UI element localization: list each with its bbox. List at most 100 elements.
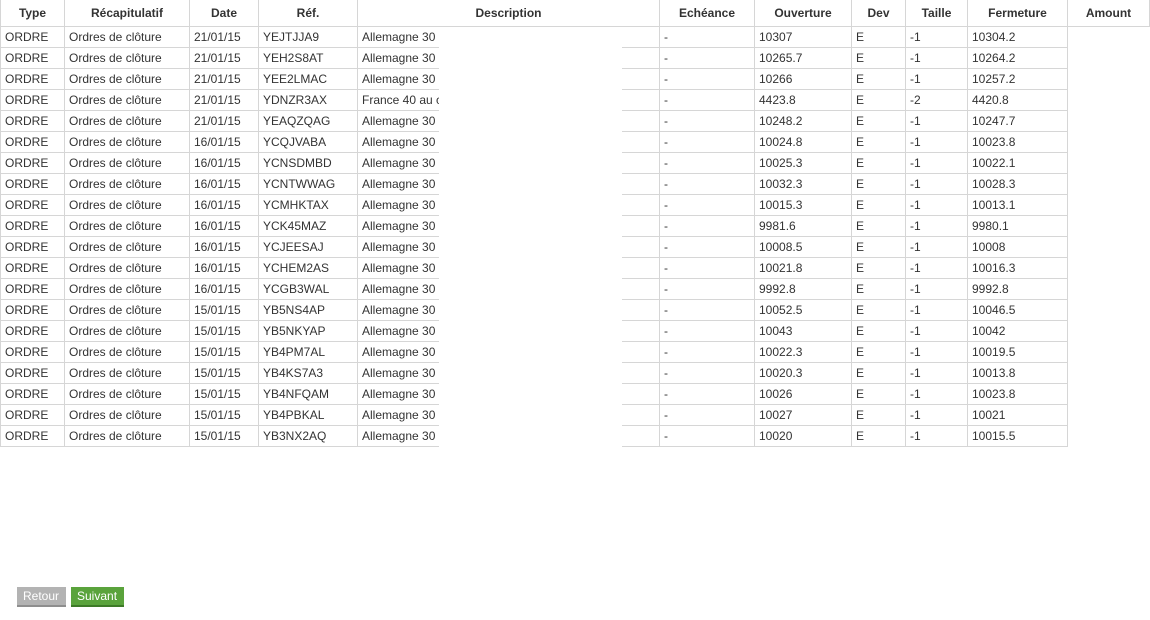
table-row[interactable]: ORDRE Ordres de clôture 15/01/15 YB4PBKAL Al… — [0, 405, 1150, 426]
header-date[interactable]: Date — [190, 0, 259, 27]
cell-open: 10307 — [755, 27, 852, 48]
cell-open: 10008.5 — [755, 237, 852, 258]
cell-currency: E — [852, 111, 906, 132]
cell-size: -1 — [906, 342, 968, 363]
header-expiry[interactable]: Echéance — [660, 0, 755, 27]
cell-open: 9992.8 — [755, 279, 852, 300]
cell-ref: YB4KS7A3 — [259, 363, 358, 384]
cell-close: 10023.8 — [968, 384, 1068, 405]
cell-summary: Ordres de clôture — [65, 426, 190, 447]
cell-type: ORDRE — [0, 300, 65, 321]
table-row[interactable]: ORDRE Ordres de clôture 16/01/15 YCMHKTAX Al… — [0, 195, 1150, 216]
cell-date: 21/01/15 — [190, 69, 259, 90]
table-row[interactable]: ORDRE Ordres de clôture 15/01/15 YB5NKYAP Al… — [0, 321, 1150, 342]
cell-description-tail — [622, 405, 660, 426]
cell-close: 10247.7 — [968, 111, 1068, 132]
table-row[interactable]: ORDRE Ordres de clôture 21/01/15 YEJTJJA9 Al… — [0, 27, 1150, 48]
cell-date: 16/01/15 — [190, 279, 259, 300]
next-button[interactable]: Suivant — [71, 587, 124, 607]
cell-description: Allemagne 30 — [358, 342, 439, 363]
table-row[interactable]: ORDRE Ordres de clôture 16/01/15 YCGB3WAL Al… — [0, 279, 1150, 300]
table-row[interactable]: ORDRE Ordres de clôture 16/01/15 YCHEM2AS Al… — [0, 258, 1150, 279]
cell-close: 10013.1 — [968, 195, 1068, 216]
cell-close: 10008 — [968, 237, 1068, 258]
cell-summary: Ordres de clôture — [65, 405, 190, 426]
table-row[interactable]: ORDRE Ordres de clôture 15/01/15 YB4KS7A3 Al… — [0, 363, 1150, 384]
table-row[interactable]: ORDRE Ordres de clôture 16/01/15 YCNSDMBD Al… — [0, 153, 1150, 174]
header-size[interactable]: Taille — [906, 0, 968, 27]
table-row[interactable]: ORDRE Ordres de clôture 16/01/15 YCNTWWAG Al… — [0, 174, 1150, 195]
cell-type: ORDRE — [0, 111, 65, 132]
cell-date: 15/01/15 — [190, 363, 259, 384]
cell-expiry: - — [660, 174, 755, 195]
cell-expiry: - — [660, 216, 755, 237]
header-open[interactable]: Ouverture — [755, 0, 852, 27]
table-row[interactable]: ORDRE Ordres de clôture 15/01/15 YB5NS4AP Al… — [0, 300, 1150, 321]
cell-size: -1 — [906, 48, 968, 69]
table-row[interactable]: ORDRE Ordres de clôture 15/01/15 YB3NX2AQ Al… — [0, 426, 1150, 447]
cell-close: 9992.8 — [968, 279, 1068, 300]
cell-ref: YB4PM7AL — [259, 342, 358, 363]
table-row[interactable]: ORDRE Ordres de clôture 15/01/15 YB4NFQAM Al… — [0, 384, 1150, 405]
table-row[interactable]: ORDRE Ordres de clôture 16/01/15 YCQJVABA Al… — [0, 132, 1150, 153]
cell-summary: Ordres de clôture — [65, 321, 190, 342]
cell-open: 10024.8 — [755, 132, 852, 153]
cell-date: 15/01/15 — [190, 342, 259, 363]
cell-currency: E — [852, 405, 906, 426]
cell-description: Allemagne 30 — [358, 279, 439, 300]
cell-size: -1 — [906, 111, 968, 132]
header-close[interactable]: Fermeture — [968, 0, 1068, 27]
header-currency[interactable]: Dev — [852, 0, 906, 27]
cell-expiry: - — [660, 90, 755, 111]
back-button[interactable]: Retour — [17, 587, 66, 607]
cell-summary: Ordres de clôture — [65, 384, 190, 405]
header-description[interactable]: Description — [358, 0, 660, 27]
cell-expiry: - — [660, 405, 755, 426]
cell-ref: YEE2LMAC — [259, 69, 358, 90]
table-header: Type Récapitulatif Date Réf. Description… — [0, 0, 1150, 28]
cell-expiry: - — [660, 321, 755, 342]
cell-expiry: - — [660, 153, 755, 174]
cell-currency: E — [852, 48, 906, 69]
cell-expiry: - — [660, 258, 755, 279]
cell-ref: YDNZR3AX — [259, 90, 358, 111]
cell-expiry: - — [660, 132, 755, 153]
cell-type: ORDRE — [0, 426, 65, 447]
cell-close: 10304.2 — [968, 27, 1068, 48]
cell-ref: YCQJVABA — [259, 132, 358, 153]
cell-date: 21/01/15 — [190, 27, 259, 48]
cell-currency: E — [852, 384, 906, 405]
cell-description: Allemagne 30 — [358, 195, 439, 216]
cell-summary: Ordres de clôture — [65, 153, 190, 174]
cell-date: 21/01/15 — [190, 111, 259, 132]
table-row[interactable]: ORDRE Ordres de clôture 21/01/15 YEAQZQAG Al… — [0, 111, 1150, 132]
cell-close: 10264.2 — [968, 48, 1068, 69]
cell-type: ORDRE — [0, 384, 65, 405]
cell-type: ORDRE — [0, 132, 65, 153]
header-summary[interactable]: Récapitulatif — [65, 0, 190, 27]
table-row[interactable]: ORDRE Ordres de clôture 21/01/15 YEH2S8AT Al… — [0, 48, 1150, 69]
header-ref[interactable]: Réf. — [259, 0, 358, 27]
cell-summary: Ordres de clôture — [65, 27, 190, 48]
table-row[interactable]: ORDRE Ordres de clôture 15/01/15 YB4PM7AL Al… — [0, 342, 1150, 363]
cell-open: 10248.2 — [755, 111, 852, 132]
cell-type: ORDRE — [0, 342, 65, 363]
cell-close: 10021 — [968, 405, 1068, 426]
cell-size: -1 — [906, 426, 968, 447]
cell-description: Allemagne 30 — [358, 153, 439, 174]
cell-open: 10032.3 — [755, 174, 852, 195]
cell-type: ORDRE — [0, 237, 65, 258]
cell-size: -1 — [906, 174, 968, 195]
cell-description-tail — [622, 363, 660, 384]
cell-expiry: - — [660, 426, 755, 447]
cell-ref: YCNSDMBD — [259, 153, 358, 174]
table-row[interactable]: ORDRE Ordres de clôture 21/01/15 YDNZR3AX Fr… — [0, 90, 1150, 111]
table-row[interactable]: ORDRE Ordres de clôture 16/01/15 YCK45MAZ Al… — [0, 216, 1150, 237]
table-row[interactable]: ORDRE Ordres de clôture 16/01/15 YCJEESAJ Al… — [0, 237, 1150, 258]
cell-close: 10028.3 — [968, 174, 1068, 195]
header-amount[interactable]: Amount — [1068, 0, 1150, 27]
cell-date: 16/01/15 — [190, 195, 259, 216]
table-row[interactable]: ORDRE Ordres de clôture 21/01/15 YEE2LMAC Al… — [0, 69, 1150, 90]
header-type[interactable]: Type — [0, 0, 65, 27]
cell-size: -1 — [906, 69, 968, 90]
